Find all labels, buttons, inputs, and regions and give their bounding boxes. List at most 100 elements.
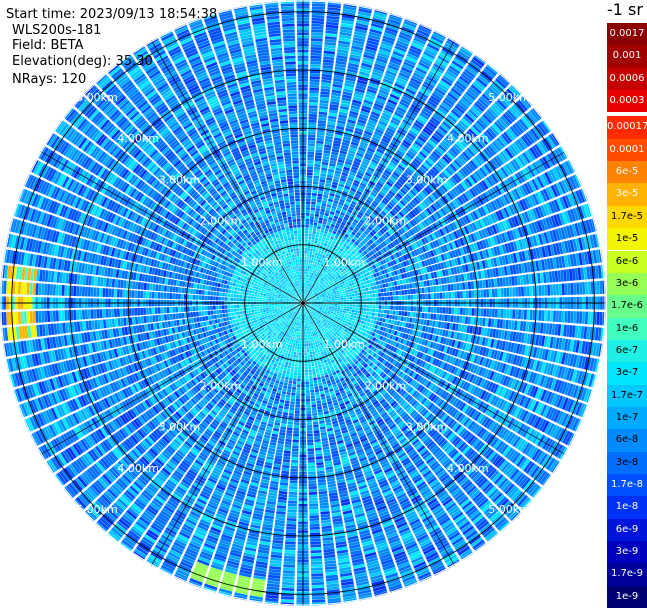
ppi-gate-cell <box>498 288 501 297</box>
ppi-gate-cell <box>318 223 322 226</box>
ppi-gate-cell <box>338 304 341 306</box>
ppi-gate-cell <box>378 313 381 317</box>
ppi-gate-cell <box>412 318 415 323</box>
ppi-gate-cell <box>322 224 326 227</box>
ppi-gate-cell <box>310 59 321 62</box>
ppi-gate-cell <box>316 256 319 259</box>
ppi-gate-cell <box>309 88 319 91</box>
ppi-gate-cell <box>315 155 322 158</box>
ppi-gate-cell <box>422 294 425 299</box>
ppi-gate-cell <box>384 310 387 314</box>
ppi-gate-cell <box>308 134 315 137</box>
ppi-gate-cell <box>393 291 396 295</box>
ppi-gate-cell <box>326 306 329 307</box>
ppi-gate-cell <box>367 298 370 301</box>
ppi-gate-cell <box>451 308 454 315</box>
ppi-gate-cell <box>321 242 324 245</box>
ppi-gate-cell <box>319 179 325 182</box>
ppi-gate-cell <box>315 252 318 255</box>
ppi-gate-cell <box>316 149 323 152</box>
ppi-gate-cell <box>346 307 349 309</box>
ppi-gate-cell <box>305 222 309 225</box>
ppi-gate-cell <box>378 293 381 297</box>
ppi-gate-cell <box>369 294 372 297</box>
ppi-gate-cell <box>424 313 427 319</box>
ppi-gate-cell <box>354 290 357 293</box>
ppi-gate-cell <box>380 314 383 318</box>
ppi-gate-cell <box>358 308 361 311</box>
ppi-gate-cell <box>307 257 309 260</box>
ppi-gate-cell <box>381 293 384 297</box>
ppi-gate-cell <box>387 292 390 296</box>
ppi-gate-cell <box>313 225 317 228</box>
ppi-gate-cell <box>317 253 320 256</box>
ppi-gate-cell <box>310 64 321 67</box>
ppi-gate-cell <box>349 297 352 299</box>
ppi-gate-cell <box>343 295 346 297</box>
ppi-gate-cell <box>390 310 393 314</box>
ppi-gate-cell <box>315 211 319 214</box>
ppi-gate-cell <box>550 284 553 295</box>
ppi-gate-cell <box>311 205 316 208</box>
ppi-gate-cell <box>431 293 434 299</box>
ppi-gate-cell <box>393 296 396 300</box>
ppi-gate-cell <box>303 286 304 289</box>
ppi-gate-cell <box>306 190 311 193</box>
ppi-gate-cell <box>363 288 366 291</box>
ppi-gate-cell <box>337 308 340 310</box>
ppi-gate-cell <box>320 232 324 235</box>
ppi-gate-cell <box>304 257 306 260</box>
ppi-gate-cell <box>321 251 324 254</box>
ppi-gate-cell <box>348 281 351 284</box>
ppi-gate-cell <box>313 178 319 181</box>
ppi-gate-cell <box>399 296 402 300</box>
ppi-gate-cell <box>372 312 375 316</box>
ppi-gate-cell <box>406 317 409 322</box>
ppi-gate-cell <box>454 292 457 299</box>
ppi-gate-cell <box>310 216 314 219</box>
ppi-gate-cell <box>445 292 448 298</box>
ppi-gate-cell <box>355 293 358 296</box>
ppi-gate-cell <box>364 298 367 301</box>
ppi-gate-cell <box>307 161 313 164</box>
ppi-gate-cell <box>385 319 388 323</box>
ppi-gate-cell <box>412 283 415 288</box>
ppi-gate-cell <box>401 290 404 295</box>
ppi-gate-cell <box>466 291 469 298</box>
ppi-gate-cell <box>405 295 408 300</box>
ppi-gate-cell <box>453 284 456 291</box>
ppi-gate-cell <box>306 213 310 216</box>
ppi-gate-cell <box>410 312 413 317</box>
ppi-gate-cell <box>518 287 521 297</box>
ppi-gate-cell <box>373 305 376 308</box>
ppi-gate-cell <box>567 311 570 323</box>
ppi-gate-cell <box>378 289 381 293</box>
ppi-gate-cell <box>349 283 352 286</box>
ppi-gate-cell <box>346 295 349 297</box>
ppi-gate-cell <box>314 255 317 258</box>
ppi-gate-cell <box>340 294 343 296</box>
ppi-gate-cell <box>318 123 326 126</box>
ppi-gate-cell <box>521 310 524 320</box>
ppi-gate-cell <box>506 309 509 318</box>
ppi-gate-cell <box>307 155 314 158</box>
ppi-gate-cell <box>305 277 306 280</box>
ppi-gate-cell <box>329 304 332 305</box>
ppi-gate-cell <box>480 290 483 298</box>
ppi-gate-cell <box>436 314 439 320</box>
ppi-gate-cell <box>318 191 323 194</box>
ppi-gate-cell <box>311 207 315 210</box>
ppi-gate-cell <box>306 204 310 207</box>
ppi-gate-cell <box>377 317 380 321</box>
ppi-gate-cell <box>430 286 433 292</box>
ppi-gate-cell <box>367 308 370 311</box>
ppi-gate-cell <box>312 15 325 18</box>
ppi-gate-cell <box>369 309 372 312</box>
ppi-gate-cell <box>442 285 445 291</box>
ppi-gate-cell <box>352 305 355 307</box>
ppi-gate-cell <box>486 309 489 317</box>
ppi-gate-cell <box>425 294 428 300</box>
ppi-gate-cell <box>454 308 457 315</box>
ppi-gate-cell <box>389 315 392 319</box>
ppi-gate-cell <box>311 260 313 263</box>
